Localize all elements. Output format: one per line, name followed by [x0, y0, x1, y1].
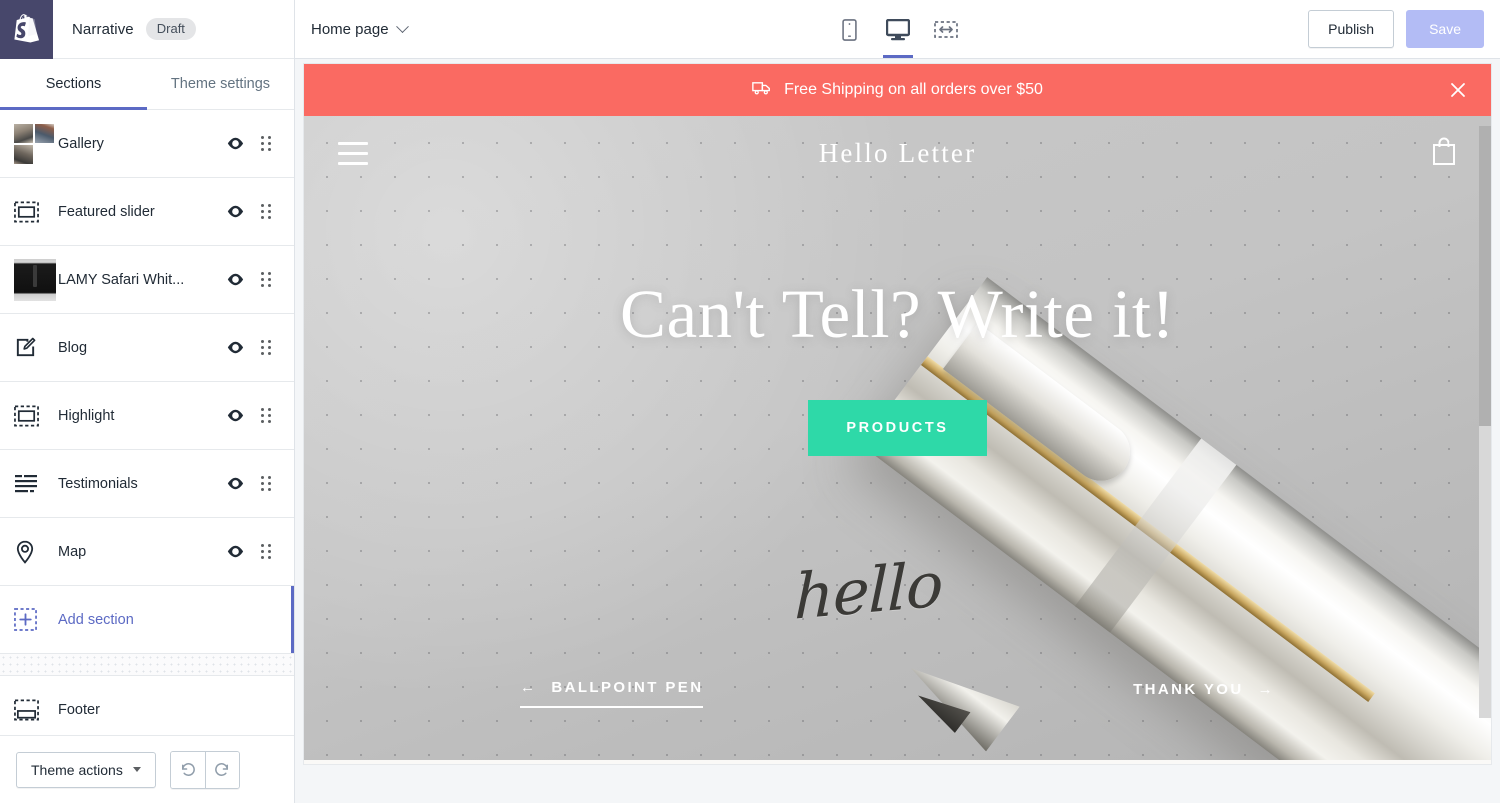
- sidebar-item-blog[interactable]: Blog: [0, 314, 294, 382]
- drag-handle-icon[interactable]: [252, 340, 280, 355]
- section-label: Footer: [58, 701, 100, 718]
- section-label: Gallery: [58, 135, 104, 152]
- page-selector-label: Home page: [311, 20, 389, 38]
- drag-handle-icon[interactable]: [252, 272, 280, 287]
- products-cta-button[interactable]: PRODUCTS: [808, 400, 987, 457]
- desktop-icon[interactable]: [881, 8, 915, 58]
- sidebar-item-testimonials[interactable]: Testimonials: [0, 450, 294, 518]
- page-selector[interactable]: Home page: [311, 19, 409, 38]
- prev-slide-label: BALLPOINT PEN: [551, 679, 704, 696]
- brand-bar: Narrative Draft: [0, 0, 294, 59]
- drag-handle-icon[interactable]: [252, 204, 280, 219]
- next-section-area: [304, 760, 1491, 764]
- announcement-bar: Free Shipping on all orders over $50: [304, 64, 1491, 116]
- sidebar-item-lamy-safari[interactable]: LAMY Safari Whit...: [0, 246, 294, 314]
- chevron-down-icon: [132, 767, 141, 772]
- product-thumbnail-icon: [14, 258, 58, 301]
- top-toolbar: Home page Publish Save: [295, 0, 1500, 59]
- theme-editor-app: Narrative Draft Sections Theme settings …: [0, 0, 1500, 803]
- publish-button[interactable]: Publish: [1308, 10, 1395, 48]
- storefront-header: Hello Letter: [304, 116, 1491, 190]
- drop-zone-divider: [0, 654, 294, 676]
- drag-handle-icon[interactable]: [252, 408, 280, 423]
- theme-actions-button[interactable]: Theme actions: [16, 751, 156, 788]
- hero-slide: hello Hello Letter Can't Tell? Write it!…: [304, 116, 1491, 760]
- tab-theme-settings[interactable]: Theme settings: [147, 59, 294, 109]
- device-toggle-group: [833, 0, 963, 59]
- eye-icon[interactable]: [218, 474, 252, 493]
- section-label: Highlight: [58, 407, 115, 424]
- section-list: Gallery Featured slider LAMY Safari Whit…: [0, 110, 294, 735]
- preview-area: Free Shipping on all orders over $50 hel…: [295, 59, 1500, 803]
- eye-icon[interactable]: [218, 542, 252, 561]
- next-slide-label: THANK YOU: [1133, 681, 1244, 698]
- shipping-truck-icon: [752, 80, 771, 101]
- store-name: Hello Letter: [818, 137, 977, 168]
- panel-tabs: Sections Theme settings: [0, 59, 294, 110]
- top-actions: Publish Save: [1308, 10, 1484, 48]
- arrow-left-icon: ←: [520, 679, 538, 696]
- sidebar-item-highlight[interactable]: Highlight: [0, 382, 294, 450]
- theme-name: Narrative: [72, 20, 134, 38]
- sidebar-item-featured-slider[interactable]: Featured slider: [0, 178, 294, 246]
- next-slide-link[interactable]: THANK YOU →: [1133, 681, 1275, 708]
- eye-icon[interactable]: [218, 338, 252, 357]
- section-label: Map: [58, 543, 87, 560]
- editor-main: Home page Publish Save Free Shipping on …: [295, 0, 1500, 803]
- left-panel-footer: Theme actions: [0, 735, 294, 803]
- slider-navigation: ← BALLPOINT PEN THANK YOU →: [304, 679, 1491, 708]
- slider-icon: [14, 405, 58, 427]
- undo-button[interactable]: [170, 751, 205, 788]
- history-controls: [169, 750, 240, 789]
- footer-icon: [14, 699, 58, 721]
- plus-dashed-icon: [14, 608, 58, 631]
- add-section-button[interactable]: Add section: [0, 586, 294, 654]
- drag-handle-icon[interactable]: [252, 136, 280, 151]
- sidebar-item-gallery[interactable]: Gallery: [0, 110, 294, 178]
- hero-content: Can't Tell? Write it! PRODUCTS: [304, 276, 1491, 457]
- sidebar-item-map[interactable]: Map: [0, 518, 294, 586]
- map-pin-icon: [14, 540, 58, 564]
- theme-actions-label: Theme actions: [31, 761, 123, 778]
- selection-indicator: [291, 586, 294, 653]
- blog-pencil-icon: [14, 336, 58, 359]
- shopify-bag-icon[interactable]: [0, 0, 53, 59]
- chevron-down-icon: [395, 19, 409, 33]
- save-button[interactable]: Save: [1406, 10, 1484, 48]
- redo-button[interactable]: [204, 751, 239, 788]
- text-lines-icon: [14, 474, 58, 494]
- status-badge: Draft: [145, 18, 196, 40]
- close-icon[interactable]: [1447, 79, 1469, 101]
- handwriting-hello: hello: [793, 547, 943, 634]
- shopping-bag-icon[interactable]: [1431, 136, 1457, 171]
- announcement-text: Free Shipping on all orders over $50: [784, 81, 1043, 98]
- slider-icon: [14, 201, 58, 223]
- left-panel: Narrative Draft Sections Theme settings …: [0, 0, 295, 803]
- sidebar-item-footer[interactable]: Footer: [0, 676, 294, 735]
- add-section-label: Add section: [58, 611, 134, 628]
- section-label: LAMY Safari Whit...: [58, 271, 185, 288]
- fullwidth-icon[interactable]: [929, 8, 963, 50]
- eye-icon[interactable]: [218, 406, 252, 425]
- tab-sections[interactable]: Sections: [0, 59, 147, 110]
- section-label: Blog: [58, 339, 88, 356]
- arrow-right-icon: →: [1257, 681, 1275, 698]
- hamburger-menu-icon[interactable]: [338, 141, 368, 165]
- hero-title: Can't Tell? Write it!: [619, 276, 1176, 352]
- drag-handle-icon[interactable]: [252, 476, 280, 491]
- section-label: Featured slider: [58, 203, 155, 220]
- gallery-thumbnails-icon: [14, 123, 58, 164]
- section-label: Testimonials: [58, 475, 138, 492]
- eye-icon[interactable]: [218, 202, 252, 221]
- storefront-preview: Free Shipping on all orders over $50 hel…: [303, 63, 1492, 765]
- eye-icon[interactable]: [218, 134, 252, 153]
- drag-handle-icon[interactable]: [252, 544, 280, 559]
- mobile-icon[interactable]: [833, 8, 867, 50]
- eye-icon[interactable]: [218, 270, 252, 289]
- prev-slide-link[interactable]: ← BALLPOINT PEN: [520, 679, 704, 708]
